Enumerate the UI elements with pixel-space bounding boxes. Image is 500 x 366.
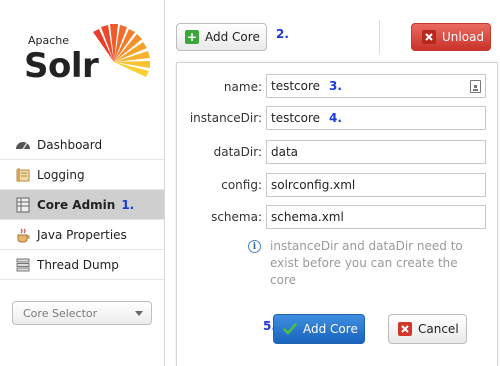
- sidebar-item-label: Java Properties: [37, 227, 127, 242]
- config-label: config:: [221, 178, 262, 192]
- core-selector-dropdown[interactable]: Core Selector: [12, 301, 152, 325]
- unload-label: Unload: [442, 30, 485, 44]
- plus-icon: +: [185, 30, 199, 44]
- contact-card-icon-detail: [473, 89, 478, 91]
- sidebar-item-logging[interactable]: Logging: [0, 160, 164, 190]
- add-core-button[interactable]: + Add Core: [176, 23, 267, 51]
- checkmark-icon: [283, 323, 297, 335]
- sidebar-item-java-properties[interactable]: Java Properties: [0, 220, 164, 250]
- contact-card-icon[interactable]: [470, 80, 481, 93]
- core-selector-label: Core Selector: [23, 306, 98, 320]
- info-note: instanceDir and dataDir need to exist be…: [270, 239, 463, 287]
- sidebar-item-label: Core Admin: [37, 197, 116, 212]
- cancel-button[interactable]: Cancel: [388, 314, 467, 344]
- toolbar-divider: [379, 20, 380, 54]
- chevron-down-icon: [135, 311, 143, 316]
- java-icon: [17, 228, 30, 242]
- schema-field[interactable]: [266, 205, 486, 229]
- sidebar: Apache Solr Dashboard Logging Core Admin…: [0, 0, 165, 366]
- submit-label: Add Core: [303, 322, 358, 336]
- unload-button[interactable]: Unload: [411, 23, 491, 51]
- schema-label: schema:: [211, 210, 262, 224]
- instance-dir-label: instanceDir:: [189, 111, 262, 125]
- dashboard-icon: [16, 141, 30, 149]
- name-field[interactable]: [266, 74, 486, 98]
- add-core-label: Add Core: [205, 30, 260, 44]
- instance-dir-field[interactable]: [266, 106, 486, 130]
- info-icon: i: [248, 240, 261, 253]
- data-dir-field[interactable]: [266, 140, 486, 164]
- step-marker-3: 3.: [329, 79, 342, 93]
- submit-add-core-button[interactable]: Add Core: [273, 314, 365, 344]
- sidebar-item-label: Dashboard: [37, 137, 103, 152]
- name-label: name:: [223, 80, 262, 94]
- sidebar-item-label: Logging: [37, 167, 85, 182]
- contact-card-icon-detail: [474, 85, 477, 88]
- cancel-label: Cancel: [418, 322, 459, 336]
- solr-logo[interactable]: Apache Solr: [20, 18, 160, 100]
- close-icon: [422, 30, 436, 44]
- logo-solr-text: Solr: [24, 46, 99, 86]
- sidebar-item-thread-dump[interactable]: Thread Dump: [0, 250, 164, 280]
- logging-icon: [16, 167, 30, 182]
- sidebar-item-dashboard[interactable]: Dashboard: [0, 130, 164, 160]
- sidebar-item-label: Thread Dump: [37, 257, 119, 272]
- close-icon: [398, 322, 412, 336]
- step-marker-1: 1.: [121, 197, 135, 212]
- config-field[interactable]: [266, 173, 486, 197]
- sidebar-item-core-admin[interactable]: Core Admin 1.: [0, 190, 164, 220]
- data-dir-label: dataDir:: [213, 145, 262, 159]
- step-marker-2: 2.: [276, 27, 289, 41]
- thread-dump-icon: [16, 258, 30, 271]
- step-marker-4: 4.: [329, 111, 342, 125]
- core-admin-icon: [16, 197, 30, 212]
